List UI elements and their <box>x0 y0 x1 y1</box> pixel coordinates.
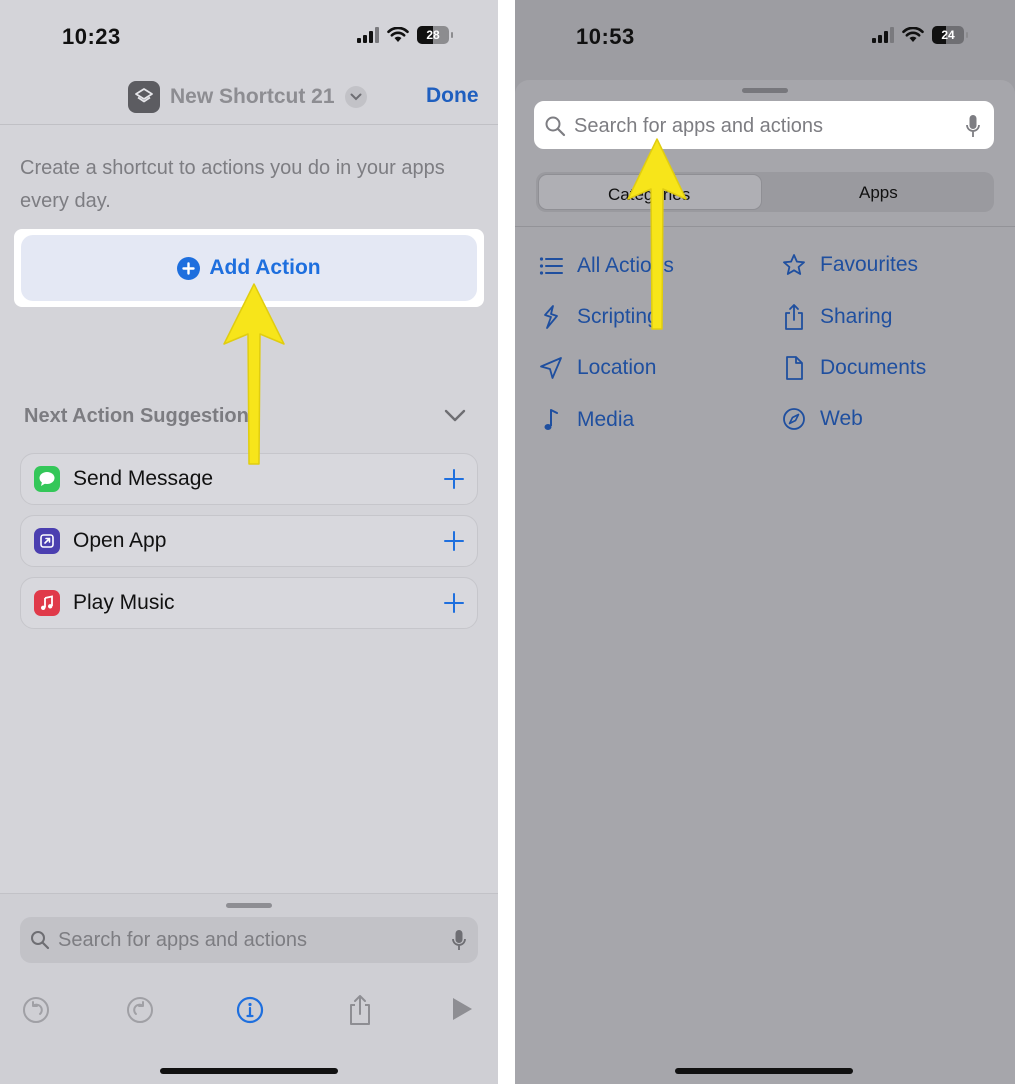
left-screen: 10:23 28 New Shortcut 21 Done Create a s… <box>0 0 498 1084</box>
sheet-grabber[interactable] <box>742 88 788 93</box>
battery-icon: 24 <box>932 26 968 44</box>
category-sharing[interactable]: Sharing <box>782 303 892 331</box>
status-time: 10:53 <box>576 24 635 49</box>
suggestion-play-music[interactable]: Play Music <box>20 577 478 629</box>
redo-icon[interactable] <box>126 996 154 1024</box>
add-plus-icon[interactable] <box>443 468 465 490</box>
action-search-sheet: Search for apps and actions <box>0 893 498 1084</box>
add-plus-icon[interactable] <box>443 592 465 614</box>
search-input[interactable]: Search for apps and actions <box>20 917 478 963</box>
microphone-icon[interactable] <box>966 114 980 138</box>
open-app-icon <box>34 528 60 554</box>
suggestion-label: Open App <box>73 529 167 552</box>
list-icon <box>539 257 563 275</box>
document-icon <box>786 356 803 380</box>
compass-icon <box>783 408 805 430</box>
star-icon <box>783 254 805 275</box>
done-button[interactable]: Done <box>426 84 479 108</box>
category-documents[interactable]: Documents <box>782 355 926 381</box>
search-icon <box>31 931 50 950</box>
category-location[interactable]: Location <box>539 356 656 380</box>
search-placeholder: Search for apps and actions <box>58 928 308 951</box>
wifi-icon <box>902 27 924 42</box>
sheet-grabber[interactable] <box>226 903 272 908</box>
messages-icon <box>34 466 60 492</box>
category-label: Documents <box>820 356 927 379</box>
collapse-chevron-icon[interactable] <box>443 408 467 424</box>
nav-divider <box>0 124 498 125</box>
category-label: Web <box>820 407 863 430</box>
music-icon <box>34 590 60 616</box>
category-web[interactable]: Web <box>782 407 863 431</box>
battery-icon: 28 <box>417 26 453 44</box>
wifi-icon <box>387 27 409 42</box>
category-label: Sharing <box>820 305 893 328</box>
home-indicator <box>675 1068 853 1074</box>
share-icon[interactable] <box>346 994 374 1026</box>
search-placeholder: Search for apps and actions <box>574 115 824 137</box>
category-media[interactable]: Media <box>539 407 634 433</box>
tab-apps[interactable]: Apps <box>859 183 898 203</box>
yellow-arrow-icon <box>627 138 687 330</box>
shortcut-title-menu[interactable]: New Shortcut 21 <box>128 81 367 113</box>
category-label: Favourites <box>820 253 919 276</box>
suggestion-open-app[interactable]: Open App <box>20 515 478 567</box>
status-time: 10:23 <box>62 24 121 49</box>
suggestion-label: Send Message <box>73 467 214 490</box>
location-icon <box>540 357 562 379</box>
shortcut-title: New Shortcut 21 <box>170 85 335 108</box>
search-input[interactable]: Search for apps and actions <box>534 101 994 149</box>
chevron-down-icon <box>344 86 367 108</box>
category-favourites[interactable]: Favourites <box>782 253 918 277</box>
panel-gap <box>498 0 515 1084</box>
category-label: Media <box>577 408 635 431</box>
scripting-icon <box>544 305 558 329</box>
yellow-arrow-icon <box>223 283 285 465</box>
cellular-signal-icon <box>357 27 379 43</box>
intro-text: Create a shortcut to actions you do in y… <box>20 157 445 212</box>
add-action-label: Add Action <box>209 256 321 279</box>
music-note-icon <box>544 409 558 430</box>
cellular-signal-icon <box>872 27 894 43</box>
segment-divider <box>515 226 1015 227</box>
editor-toolbar <box>0 994 498 1032</box>
search-icon <box>545 116 566 137</box>
right-screen: 10:53 24 Search for apps and actions Cat… <box>515 0 1015 1084</box>
actions-sheet <box>515 80 1015 1084</box>
play-icon[interactable] <box>450 996 474 1022</box>
undo-icon[interactable] <box>22 996 50 1024</box>
share-icon <box>785 304 803 330</box>
plus-circle-icon <box>177 256 201 280</box>
category-label: Location <box>577 356 657 379</box>
shortcuts-app-icon <box>128 81 160 113</box>
suggestion-label: Play Music <box>73 591 175 614</box>
info-icon[interactable] <box>236 996 264 1024</box>
segmented-control: Categories Apps <box>536 172 994 212</box>
status-icons: 24 <box>872 26 968 44</box>
home-indicator <box>160 1068 338 1074</box>
status-icons: 28 <box>357 26 453 44</box>
add-plus-icon[interactable] <box>443 530 465 552</box>
microphone-icon[interactable] <box>452 929 466 951</box>
